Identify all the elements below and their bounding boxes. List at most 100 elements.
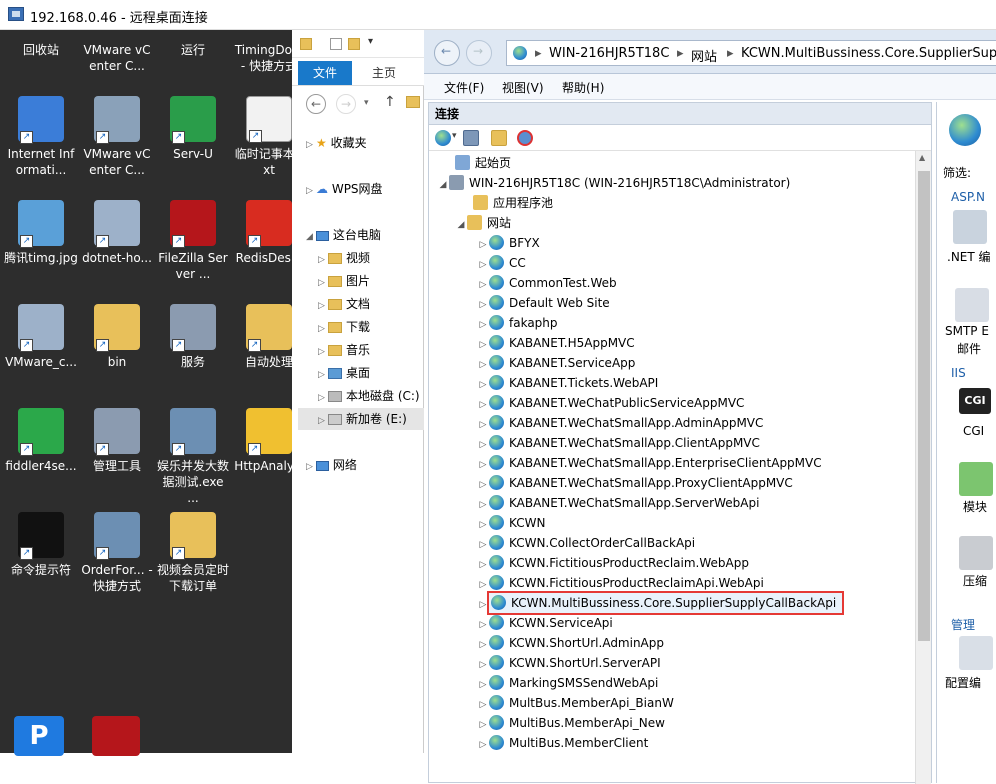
expand-arrow-icon[interactable]: ▷ [477, 675, 489, 695]
recent-dropdown-icon[interactable]: ▾ [364, 98, 369, 108]
desktop-icon[interactable]: ↗ dotnet-ho... [80, 200, 154, 266]
tab-file[interactable]: 文件 [298, 61, 352, 85]
nav-item-this-pc[interactable]: ◢ 这台电脑 [306, 224, 381, 246]
tree-node-site[interactable]: ▷ KCWN.FictitiousProductReclaimApi.WebApi [477, 573, 764, 593]
feature-modules[interactable]: 模块 [963, 498, 987, 515]
feature-smtp[interactable]: SMTP E [945, 324, 989, 338]
nav-item-desktop[interactable]: ▷ 桌面 [318, 362, 370, 384]
feature-cgi[interactable]: CGI [963, 424, 984, 438]
filezilla-icon[interactable] [92, 716, 140, 756]
expand-arrow-icon[interactable]: ▷ [477, 315, 489, 335]
properties-icon[interactable] [330, 38, 342, 50]
new-folder-icon[interactable] [348, 38, 360, 50]
desktop-icon[interactable]: ↗ VMware vCenter C... [80, 96, 154, 178]
back-button[interactable]: ← [434, 40, 460, 66]
tree-node-site[interactable]: ▷ KABANET.Tickets.WebAPI [477, 373, 658, 393]
nav-item-videos[interactable]: ▷ 视频 [318, 247, 370, 269]
desktop-icon[interactable]: ↗ 服务 [156, 304, 230, 370]
tree-node-site[interactable]: ▷ fakaphp [477, 313, 558, 333]
breadcrumb[interactable]: ▸ WIN-216HJR5T18C ▸ 网站 ▸ KCWN.MultiBussi… [506, 40, 996, 66]
nav-item-wps[interactable]: ▷ ☁ WPS网盘 [306, 178, 383, 200]
tree-node-site[interactable]: ▷ KABANET.WeChatPublicServiceAppMVC [477, 393, 744, 413]
desktop-icon-label[interactable]: 运行 [156, 42, 230, 58]
feature-smtp-mail[interactable]: 邮件 [957, 340, 981, 357]
expand-arrow-icon[interactable]: ▷ [477, 595, 489, 615]
tree-node-site[interactable]: ▷ KABANET.WeChatSmallApp.AdminAppMVC [477, 413, 763, 433]
desktop-icon[interactable]: ↗ OrderFor... - 快捷方式 [80, 512, 154, 594]
forward-button[interactable]: → [466, 40, 492, 66]
tree-node-site[interactable]: ▷ KCWN [477, 513, 545, 533]
tree-node-site[interactable]: ▷ KCWN.CollectOrderCallBackApi [477, 533, 695, 553]
tree-node-site[interactable]: ▷ Default Web Site [477, 293, 610, 313]
nav-item-downloads[interactable]: ▷ 下载 [318, 316, 370, 338]
nav-item-music[interactable]: ▷ 音乐 [318, 339, 370, 361]
tree-node-site[interactable]: ▷ MultBus.MemberApi_BianW [477, 693, 674, 713]
tree-node-site[interactable]: ▷ BFYX [477, 233, 540, 253]
tree-node-site[interactable]: ▷ KCWN.FictitiousProductReclaim.WebApp [477, 553, 749, 573]
disconnect-icon[interactable] [517, 130, 533, 146]
desktop-icon-label[interactable]: VMware vCenter C... [80, 42, 154, 74]
breadcrumb-sites[interactable]: 网站 [691, 46, 717, 65]
tree-node-site[interactable]: ▷ KCWN.ServiceApi [477, 613, 613, 633]
expand-arrow-icon[interactable]: ▷ [477, 495, 489, 515]
connect-icon[interactable] [435, 130, 451, 146]
menu-view[interactable]: 视图(V) [502, 79, 544, 96]
tree-node-site[interactable]: ▷ KCWN.ShortUrl.ServerAPI [477, 653, 661, 673]
desktop-icon[interactable]: ↗ FileZilla Server ... [156, 200, 230, 282]
desktop-icon[interactable]: ↗ Serv-U [156, 96, 230, 162]
chevron-down-icon[interactable]: ▾ [452, 131, 457, 141]
desktop-icon[interactable]: ↗ 管理工具 [80, 408, 154, 474]
config-editor-icon[interactable] [959, 636, 993, 670]
desktop-icon[interactable]: ↗ Internet Informati... [4, 96, 78, 178]
feature-net-compilation[interactable]: .NET 编 [947, 248, 991, 265]
breadcrumb-server[interactable]: WIN-216HJR5T18C [549, 46, 669, 61]
expand-arrow-icon[interactable]: ▷ [477, 375, 489, 395]
expand-arrow-icon[interactable]: ▷ [477, 575, 489, 595]
expand-arrow-icon[interactable]: ▷ [477, 275, 489, 295]
expand-arrow-icon[interactable]: ▷ [477, 335, 489, 355]
expand-arrow-icon[interactable]: ▷ [477, 715, 489, 735]
feature-compression[interactable]: 压缩 [963, 572, 987, 589]
tree-node-site[interactable]: ▷ KABANET.WeChatSmallApp.ProxyClientAppMV… [477, 473, 793, 493]
chevron-down-icon[interactable]: ▾ [368, 36, 373, 47]
expand-arrow-icon[interactable]: ▷ [477, 435, 489, 455]
expand-arrow-icon[interactable]: ▷ [477, 735, 489, 755]
nav-item-local-disk[interactable]: ▷ 本地磁盘 (C:) [318, 385, 420, 407]
group-management[interactable]: 管理 [951, 616, 975, 633]
tree-node-site[interactable]: ▷ MultiBus.MemberApi_New [477, 713, 665, 733]
desktop-icon-label[interactable]: 回收站 [4, 42, 78, 58]
tree-node-site[interactable]: ▷ KCWN.MultiBussiness.Core.SupplierSupply… [477, 591, 845, 615]
desktop-icon[interactable]: ↗ 娱乐并发大数据测试.exe ... [156, 408, 230, 506]
desktop-icon[interactable]: ↗ 命令提示符 [4, 512, 78, 578]
group-asp-net[interactable]: ASP.N [951, 190, 985, 204]
desktop-icon[interactable]: ↗ bin [80, 304, 154, 370]
nav-item-network[interactable]: ▷ 网络 [306, 454, 357, 476]
desktop-icon[interactable]: ↗ VMware_c... [4, 304, 78, 370]
tree-node-start-page[interactable]: 起始页 [443, 153, 511, 173]
expand-arrow-icon[interactable]: ▷ [477, 555, 489, 575]
tree-node-site[interactable]: ▷ MultiBus.MemberClient [477, 733, 648, 753]
save-icon[interactable] [463, 130, 479, 146]
expand-arrow-icon[interactable]: ▷ [477, 615, 489, 635]
tree-node-site[interactable]: ▷ KABANET.WeChatSmallApp.ServerWebApi [477, 493, 759, 513]
group-iis[interactable]: IIS [951, 366, 966, 380]
tree-node-site[interactable]: ▷ KABANET.WeChatSmallApp.EnterpriseClient… [477, 453, 822, 473]
expand-arrow-icon[interactable]: ▷ [477, 695, 489, 715]
selected-site-highlight[interactable]: KCWN.MultiBussiness.Core.SupplierSupplyC… [486, 591, 845, 615]
tree-node-site[interactable]: ▷ CommonTest.Web [477, 273, 617, 293]
expand-arrow-icon[interactable]: ▷ [477, 455, 489, 475]
expand-arrow-icon[interactable]: ▷ [477, 415, 489, 435]
expand-arrow-icon[interactable]: ▷ [477, 475, 489, 495]
tree-node-server[interactable]: ◢ WIN-216HJR5T18C (WIN-216HJR5T18C\Admini… [437, 173, 790, 193]
tree-node-site[interactable]: ▷ MarkingSMSSendWebApi [477, 673, 658, 693]
modules-icon[interactable] [959, 462, 993, 496]
expand-arrow-icon[interactable]: ▷ [477, 355, 489, 375]
nav-item-new-volume[interactable]: ▷ 新加卷 (E:) [298, 408, 424, 430]
expand-arrow-icon[interactable]: ▷ [477, 635, 489, 655]
scrollbar-thumb[interactable] [918, 171, 930, 641]
expand-arrow-icon[interactable]: ▷ [477, 295, 489, 315]
tree-node-site[interactable]: ▷ KCWN.ShortUrl.AdminApp [477, 633, 664, 653]
back-arrow-icon[interactable]: ← [306, 94, 326, 114]
net-compilation-icon[interactable] [953, 210, 987, 244]
cgi-icon[interactable]: CGI [959, 388, 991, 414]
